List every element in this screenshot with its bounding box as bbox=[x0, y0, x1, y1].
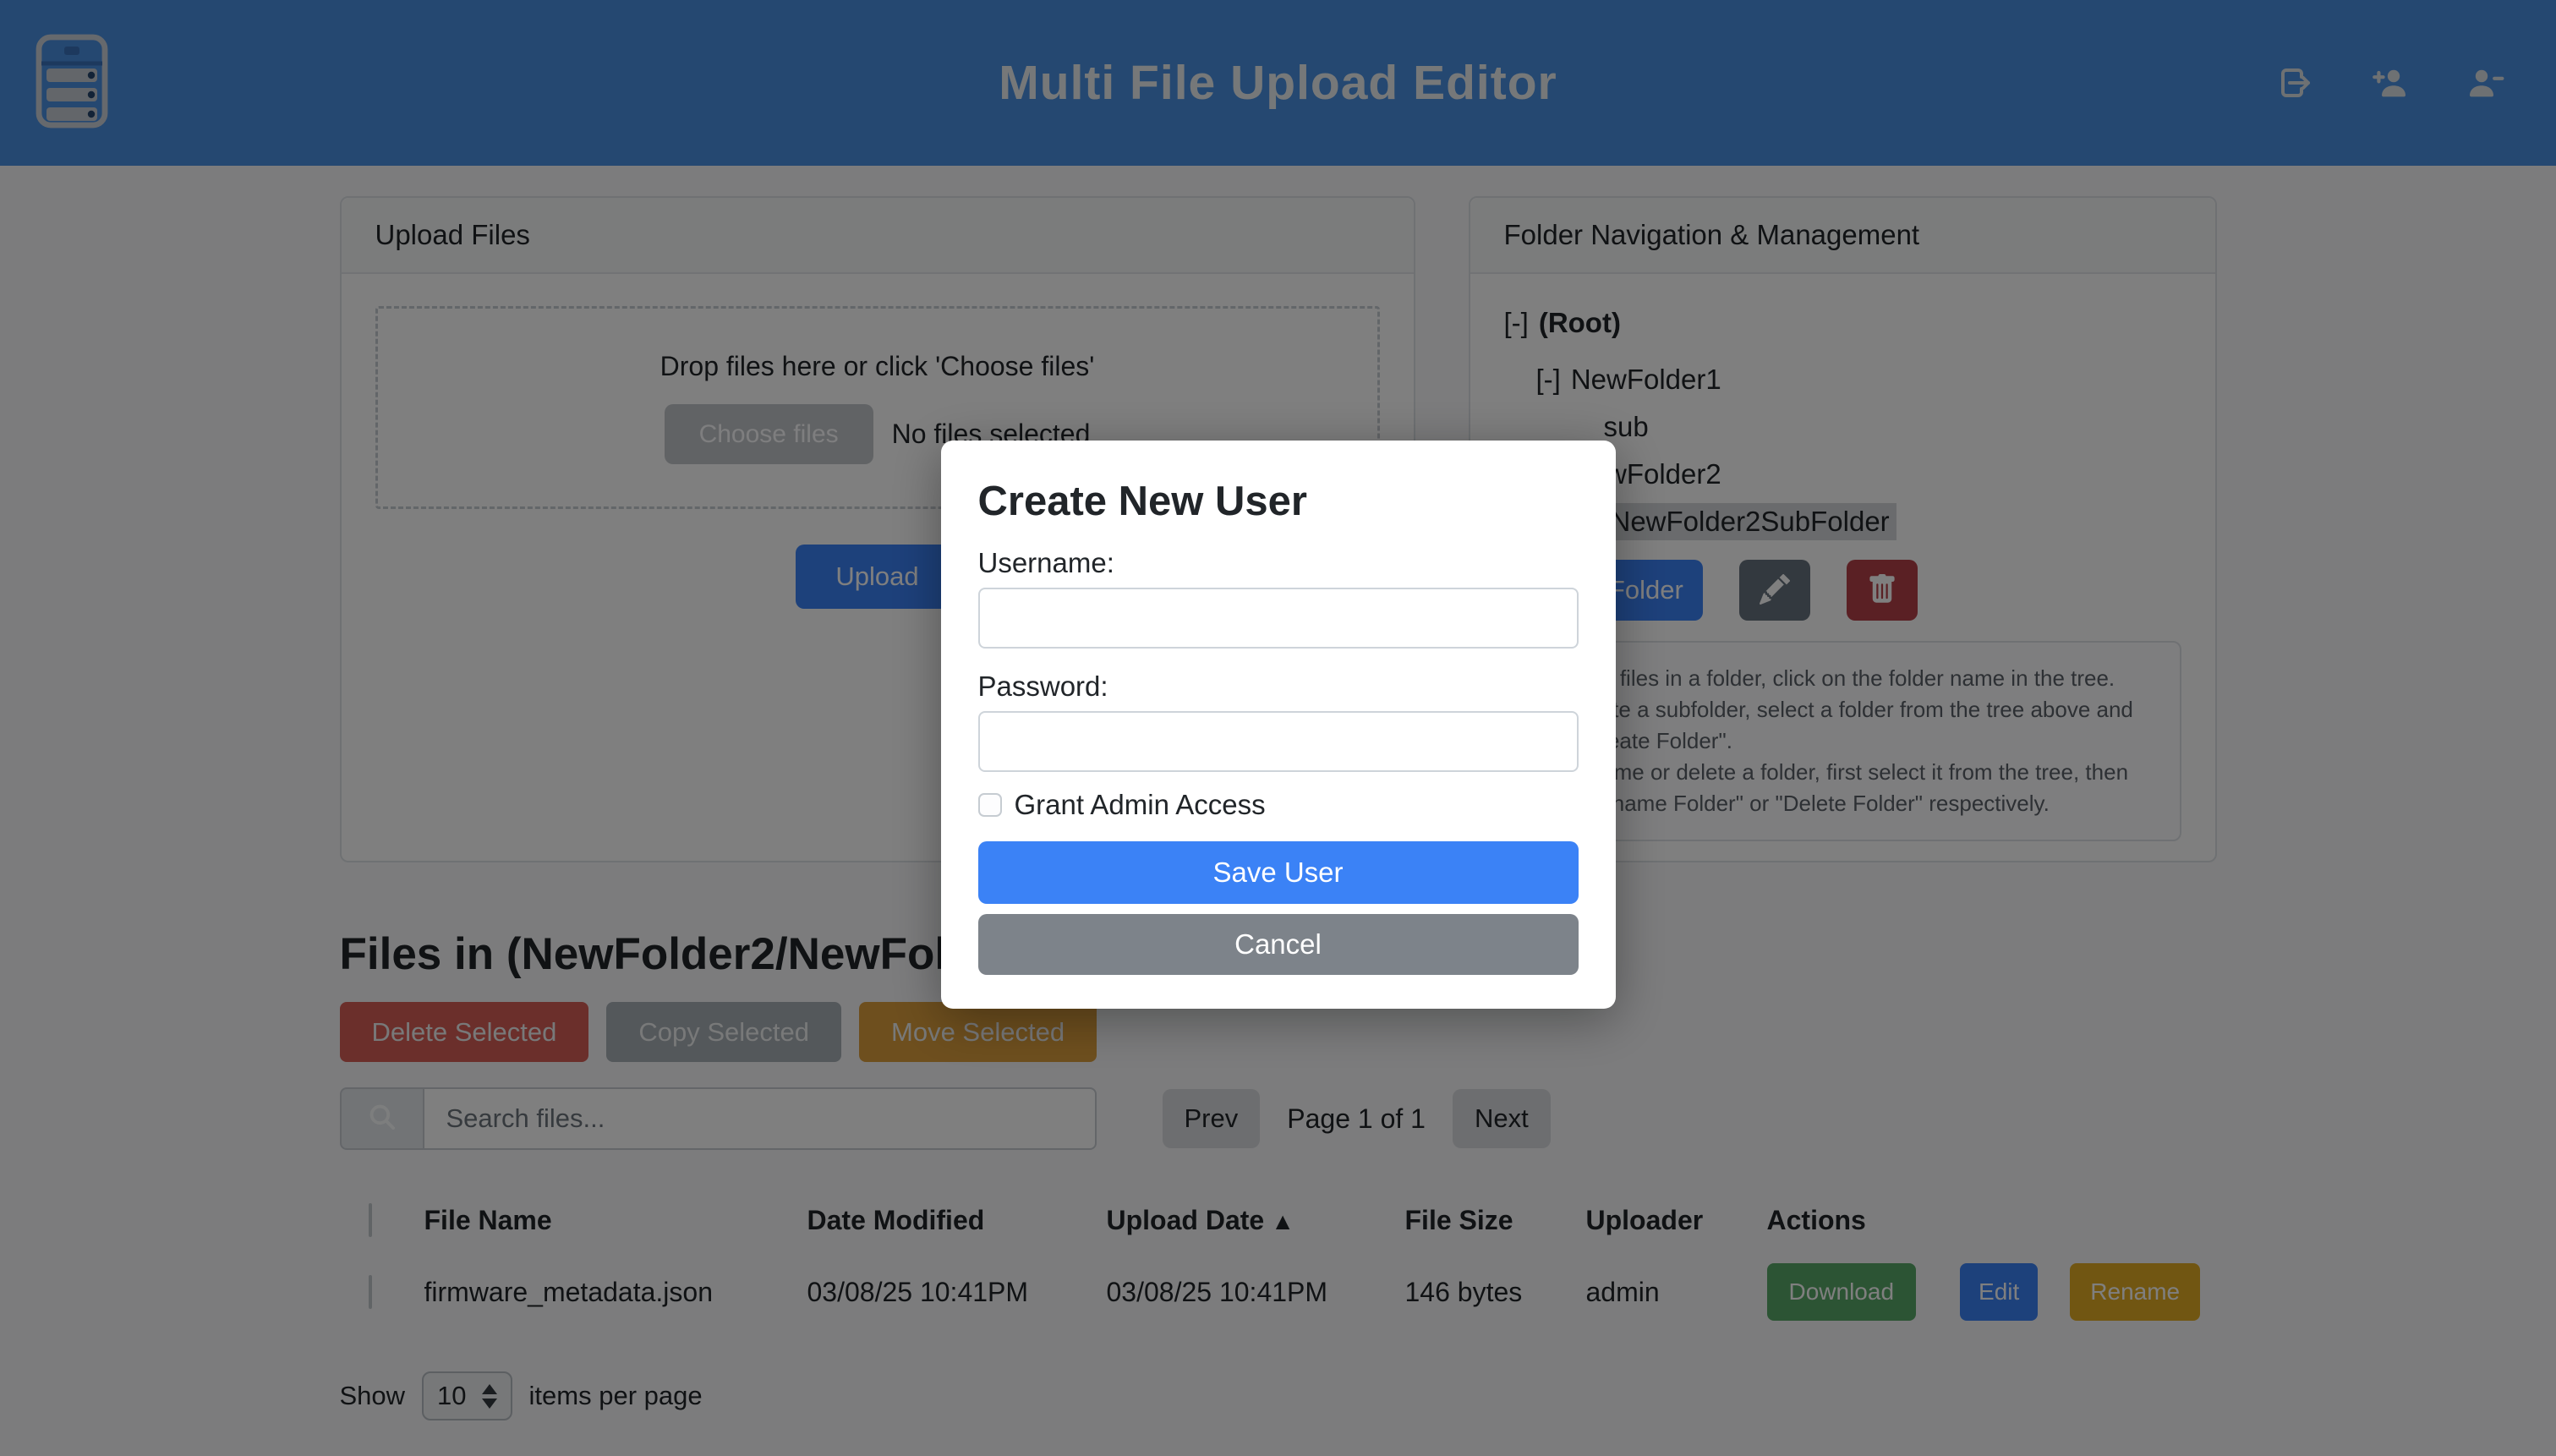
password-label: Password: bbox=[978, 671, 1579, 703]
grant-admin-label: Grant Admin Access bbox=[1015, 789, 1266, 821]
username-field[interactable] bbox=[978, 588, 1579, 649]
grant-admin-checkbox[interactable] bbox=[978, 793, 1002, 817]
password-field[interactable] bbox=[978, 711, 1579, 772]
create-user-modal: Create New User Username: Password: Gran… bbox=[941, 441, 1616, 1009]
save-user-button[interactable]: Save User bbox=[978, 841, 1579, 904]
username-label: Username: bbox=[978, 547, 1579, 579]
cancel-button[interactable]: Cancel bbox=[978, 914, 1579, 975]
modal-title: Create New User bbox=[978, 478, 1579, 525]
